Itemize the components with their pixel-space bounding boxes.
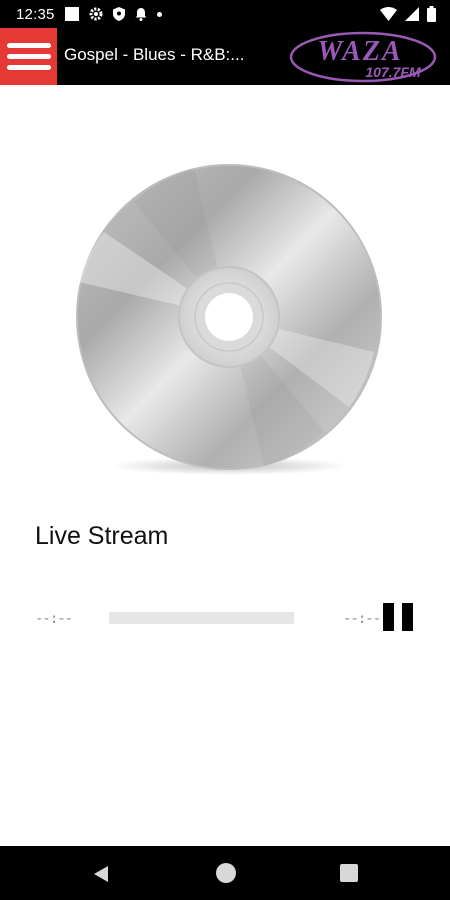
status-time: 12:35 (16, 5, 55, 23)
dot-icon (156, 11, 162, 17)
logo-text: WAZA (317, 36, 402, 67)
pause-icon (383, 603, 394, 631)
hamburger-icon-line (6, 54, 51, 59)
app-bar: Gospel - Blues - R&B:... WAZA 107.7FM (0, 28, 450, 85)
pause-icon-bar (402, 603, 413, 631)
pause-button[interactable] (383, 603, 413, 631)
cd-disc-icon (76, 164, 382, 475)
track-title: Live Stream (35, 522, 169, 550)
wifi-icon (380, 7, 397, 21)
duration-time: --:-- (343, 611, 381, 627)
menu-button[interactable] (0, 28, 57, 85)
navigation-bar (0, 846, 450, 900)
station-logo: WAZA 107.7FM (289, 31, 437, 83)
home-icon[interactable] (216, 863, 236, 883)
status-bar: 12:35 (0, 0, 450, 28)
hamburger-icon (6, 43, 51, 48)
back-icon[interactable] (92, 864, 110, 884)
bell-icon (135, 8, 147, 21)
square-icon (64, 7, 79, 21)
hamburger-icon-line (6, 65, 51, 70)
battery-icon (427, 6, 436, 22)
shield-icon (112, 7, 125, 21)
seek-bar[interactable] (109, 612, 294, 624)
notification-icons (64, 7, 162, 21)
app-title: Gospel - Blues - R&B:... (64, 45, 245, 64)
elapsed-time: --:-- (35, 611, 73, 627)
recents-icon[interactable] (340, 864, 358, 882)
signal-icon (405, 7, 419, 21)
album-art (74, 162, 384, 478)
logo-subtext: 107.7FM (365, 64, 421, 80)
gear-icon (89, 7, 103, 21)
system-icons (380, 6, 436, 22)
